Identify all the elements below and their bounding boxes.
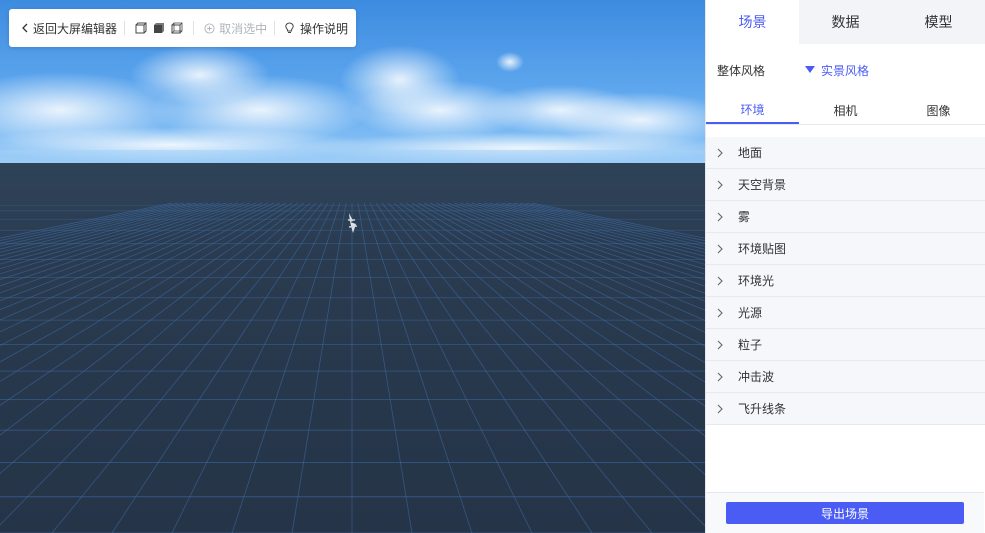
subtab-camera[interactable]: 相机 bbox=[799, 96, 892, 124]
toolbar-divider bbox=[193, 21, 195, 35]
section-environment-map[interactable]: 环境贴图 bbox=[706, 233, 985, 265]
scene-viewport[interactable]: 返回大屏编辑器 取消选中 操作说明 bbox=[0, 0, 705, 533]
cancel-selection-label: 取消选中 bbox=[219, 21, 268, 36]
sub-tabs: 环境 相机 图像 bbox=[706, 96, 985, 125]
chevron-right-icon bbox=[714, 403, 726, 415]
tab-scene[interactable]: 场景 bbox=[706, 0, 799, 44]
chevron-right-icon bbox=[714, 243, 726, 255]
chevron-right-icon bbox=[714, 307, 726, 319]
chevron-right-icon bbox=[714, 179, 726, 191]
section-label: 光源 bbox=[738, 306, 763, 320]
section-light-source[interactable]: 光源 bbox=[706, 297, 985, 329]
section-label: 环境光 bbox=[738, 274, 775, 288]
scene-toolbar: 返回大屏编辑器 取消选中 操作说明 bbox=[9, 9, 356, 47]
overall-style-value: 实景风格 bbox=[821, 63, 870, 78]
export-scene-button[interactable]: 导出场景 bbox=[726, 502, 964, 524]
plus-circle-icon bbox=[201, 20, 217, 36]
section-particles[interactable]: 粒子 bbox=[706, 329, 985, 361]
cube-outline-icon[interactable] bbox=[134, 20, 148, 36]
chevron-right-icon bbox=[714, 211, 726, 223]
config-panel: 场景 数据 模型 整体风格 实景风格 环境 相机 图像 地面 天空背景 雾 环境… bbox=[705, 0, 985, 533]
overall-style-select[interactable]: 实景风格 bbox=[805, 62, 869, 79]
section-label: 环境贴图 bbox=[738, 242, 787, 256]
section-label: 天空背景 bbox=[738, 178, 787, 192]
back-to-editor-button[interactable]: 返回大屏编辑器 bbox=[17, 20, 117, 37]
section-list: 地面 天空背景 雾 环境贴图 环境光 光源 粒子 冲击波 飞升线条 bbox=[706, 137, 985, 425]
section-shockwave[interactable]: 冲击波 bbox=[706, 361, 985, 393]
chevron-right-icon bbox=[714, 275, 726, 287]
section-label: 飞升线条 bbox=[738, 402, 787, 416]
section-label: 地面 bbox=[738, 146, 763, 160]
section-label: 雾 bbox=[738, 210, 751, 224]
help-button[interactable]: 操作说明 bbox=[282, 20, 348, 37]
chevron-right-icon bbox=[714, 339, 726, 351]
scene-canvas[interactable] bbox=[0, 0, 705, 533]
help-label: 操作说明 bbox=[299, 21, 348, 36]
panel-footer: 导出场景 bbox=[706, 492, 984, 533]
triangle-down-icon bbox=[805, 63, 815, 77]
toolbar-divider bbox=[274, 21, 275, 35]
section-flying-lines[interactable]: 飞升线条 bbox=[706, 393, 985, 425]
overall-style-label: 整体风格 bbox=[717, 63, 766, 78]
horizon-glow bbox=[0, 150, 705, 164]
subtab-environment[interactable]: 环境 bbox=[706, 96, 799, 124]
cancel-selection-button[interactable]: 取消选中 bbox=[201, 20, 267, 37]
cube-filled-icon[interactable] bbox=[152, 20, 166, 36]
section-label: 冲击波 bbox=[738, 370, 775, 384]
section-label: 粒子 bbox=[738, 338, 763, 352]
section-fog[interactable]: 雾 bbox=[706, 201, 985, 233]
chevron-right-icon bbox=[714, 371, 726, 383]
subtab-image[interactable]: 图像 bbox=[892, 96, 985, 124]
toolbar-divider bbox=[124, 21, 125, 35]
back-to-editor-label: 返回大屏编辑器 bbox=[33, 21, 118, 36]
overall-style-row: 整体风格 实景风格 bbox=[706, 44, 985, 96]
chevron-right-icon bbox=[714, 147, 726, 159]
tab-model[interactable]: 模型 bbox=[892, 0, 985, 44]
airplane-model[interactable] bbox=[344, 212, 360, 234]
tab-data[interactable]: 数据 bbox=[799, 0, 892, 44]
chevron-left-icon bbox=[17, 20, 33, 36]
section-ground[interactable]: 地面 bbox=[706, 137, 985, 169]
section-ambient-light[interactable]: 环境光 bbox=[706, 265, 985, 297]
section-sky-background[interactable]: 天空背景 bbox=[706, 169, 985, 201]
cube-wire-icon[interactable] bbox=[170, 20, 184, 36]
main-tabs: 场景 数据 模型 bbox=[706, 0, 985, 44]
lightbulb-icon bbox=[282, 20, 298, 36]
